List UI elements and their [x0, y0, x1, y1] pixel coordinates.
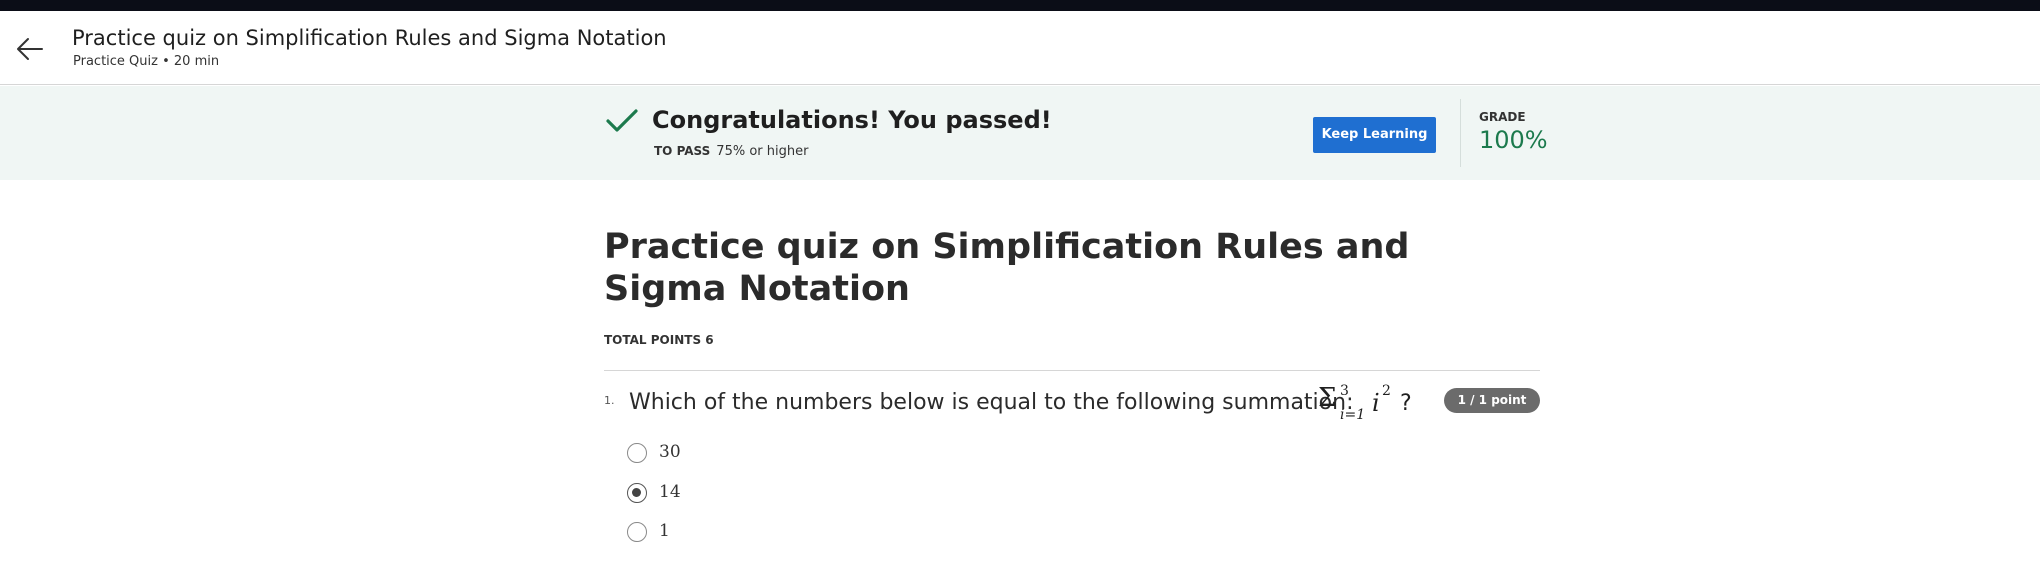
sum-lower-bound: i=1	[1340, 407, 1366, 423]
back-button[interactable]	[14, 35, 46, 63]
keep-learning-button[interactable]: Keep Learning	[1313, 117, 1436, 153]
sum-term: i	[1372, 389, 1380, 417]
grade-value: 100%	[1479, 126, 1548, 154]
option-label: 14	[659, 482, 681, 502]
question-number: 1.	[604, 394, 615, 407]
window-top-strip	[0, 0, 2040, 11]
page-header: Practice quiz on Simplification Rules an…	[0, 11, 2040, 85]
radio-selected-dot	[632, 488, 641, 497]
option-label: 1	[659, 521, 670, 541]
radio-button-selected[interactable]	[627, 483, 647, 503]
points-badge: 1 / 1 point	[1444, 388, 1540, 413]
pass-message: Congratulations! You passed!	[652, 106, 1052, 134]
arrow-left-icon	[17, 38, 43, 60]
header-title: Practice quiz on Simplification Rules an…	[72, 26, 667, 50]
to-pass-value: 75% or higher	[716, 144, 809, 159]
content-divider	[604, 370, 1540, 371]
to-pass-info: TO PASS 75% or higher	[654, 144, 808, 159]
to-pass-label: TO PASS	[654, 144, 711, 158]
header-subtitle: Practice Quiz • 20 min	[73, 54, 220, 69]
grade-label: GRADE	[1479, 110, 1526, 124]
radio-button[interactable]	[627, 522, 647, 542]
total-points: TOTAL POINTS 6	[604, 333, 714, 347]
question-mark: ?	[1400, 391, 1412, 416]
sum-exponent: 2	[1382, 383, 1391, 399]
checkmark-icon	[606, 109, 638, 132]
option-label: 30	[659, 442, 681, 462]
radio-button[interactable]	[627, 443, 647, 463]
sum-upper-bound: 3	[1340, 383, 1349, 399]
quiz-title: Practice quiz on Simplification Rules an…	[604, 227, 1410, 309]
summation-formula: Σ 3 i=1 i 2 ?	[1318, 383, 1412, 423]
banner-divider	[1460, 99, 1461, 167]
sigma-symbol: Σ	[1318, 383, 1337, 413]
question-text: Which of the numbers below is equal to t…	[629, 390, 1354, 415]
